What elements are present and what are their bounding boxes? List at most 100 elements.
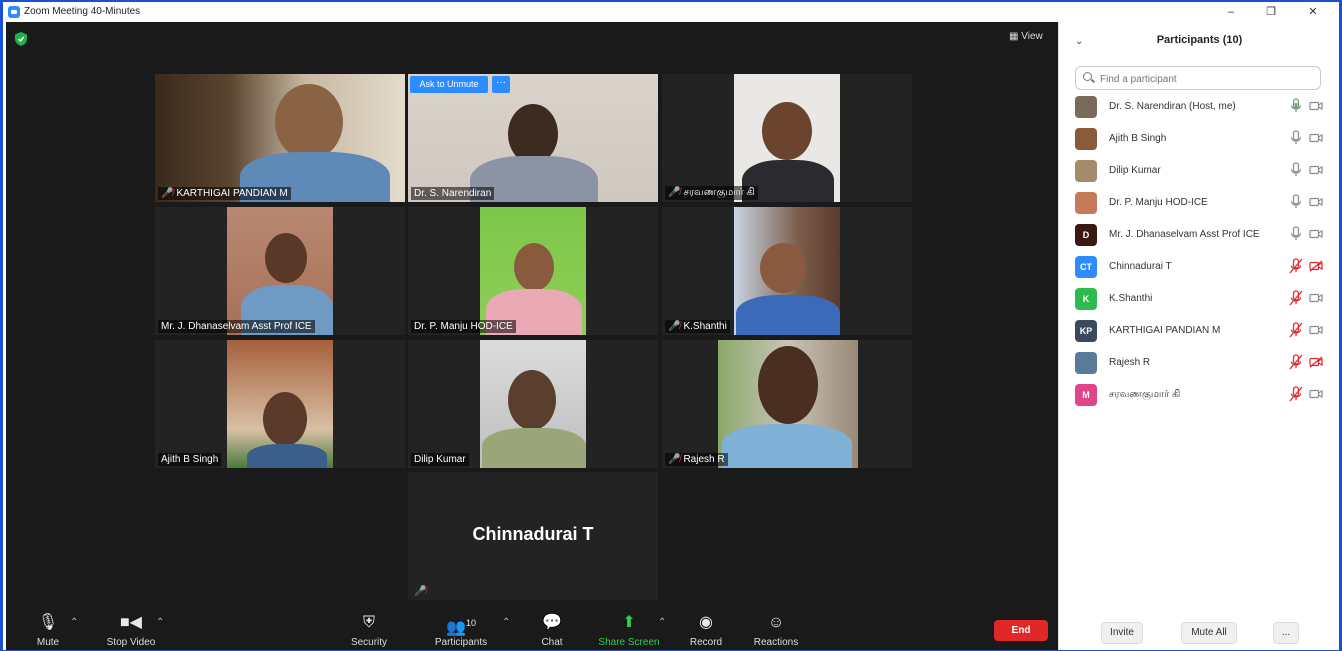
- microphone-icon[interactable]: [1289, 194, 1303, 210]
- zoom-logo-icon: [8, 6, 20, 18]
- participant-row[interactable]: CT Chinnadurai T: [1059, 252, 1339, 284]
- video-camera-icon[interactable]: [1309, 388, 1323, 400]
- grid-icon: ▦: [1009, 31, 1019, 42]
- video-camera-icon[interactable]: [1309, 228, 1323, 240]
- video-camera-icon[interactable]: [1309, 164, 1323, 176]
- video-tile[interactable]: Mr. J. Dhanaselvam Asst Prof ICE: [155, 207, 405, 335]
- zoom-window: Zoom Meeting 40-Minutes – ❐ ✕ ▦ View 🎤̸ K…: [3, 2, 1339, 650]
- panel-footer: Invite Mute All ...: [1059, 622, 1339, 646]
- participant-row[interactable]: K K.Shanthi: [1059, 284, 1339, 316]
- muted-microphone-icon[interactable]: [1289, 290, 1303, 306]
- muted-microphone-icon[interactable]: [1289, 322, 1303, 338]
- participant-row[interactable]: KP KARTHIGAI PANDIAN M: [1059, 316, 1339, 348]
- reactions-button[interactable]: ☺ Reactions: [748, 606, 804, 650]
- video-tile[interactable]: 🎤̸ Rajesh R: [662, 340, 912, 468]
- share-options-chevron-icon[interactable]: ⌃: [658, 617, 666, 628]
- video-options-chevron-icon[interactable]: ⌃: [156, 617, 164, 628]
- smiley-plus-icon: ☺: [767, 614, 785, 631]
- avatar: D: [1075, 224, 1097, 246]
- microphone-icon[interactable]: [1289, 162, 1303, 178]
- participant-name-large: Chinnadurai T: [472, 524, 594, 544]
- video-tile-active-speaker[interactable]: Dr. S. Narendiran: [408, 74, 658, 202]
- invite-button[interactable]: Invite: [1101, 622, 1143, 644]
- video-tile-video-off[interactable]: Chinnadurai T 🎤̸: [408, 472, 658, 600]
- video-off-icon[interactable]: [1309, 260, 1323, 272]
- participant-list: Dr. S. Narendiran (Host, me) Ajith B Sing…: [1059, 92, 1339, 412]
- muted-mic-icon: 🎤̸: [668, 321, 681, 332]
- encryption-shield-icon[interactable]: [15, 32, 27, 46]
- close-icon[interactable]: ✕: [1301, 4, 1325, 20]
- muted-mic-icon: 🎤̸: [668, 187, 681, 198]
- muted-mic-icon: 🎤̸: [668, 454, 681, 465]
- participant-row[interactable]: M சரவணகுமார் கி: [1059, 380, 1339, 412]
- participant-name: Dilip Kumar: [1109, 165, 1161, 176]
- participant-video: [480, 207, 586, 335]
- avatar: [1075, 352, 1097, 374]
- participant-row[interactable]: Dr. P. Manju HOD-ICE: [1059, 188, 1339, 220]
- video-tile[interactable]: Dr. P. Manju HOD-ICE: [408, 207, 658, 335]
- video-camera-icon[interactable]: [1309, 292, 1323, 304]
- view-button[interactable]: ▦ View: [1009, 31, 1043, 42]
- video-tile[interactable]: 🎤̸ KARTHIGAI PANDIAN M: [155, 74, 405, 202]
- mute-button[interactable]: 🎙 Mute: [28, 606, 68, 650]
- video-camera-icon[interactable]: [1309, 196, 1323, 208]
- title-bar: Zoom Meeting 40-Minutes – ❐ ✕: [3, 2, 1339, 22]
- avatar: CT: [1075, 256, 1097, 278]
- participant-name: Ajith B Singh: [1109, 133, 1167, 144]
- video-camera-icon[interactable]: [1309, 132, 1323, 144]
- avatar: K: [1075, 288, 1097, 310]
- participant-row[interactable]: Ajith B Singh: [1059, 124, 1339, 156]
- participant-name: சரவணகுமார் கி: [1109, 389, 1181, 400]
- muted-microphone-icon[interactable]: [1289, 354, 1303, 370]
- participant-row[interactable]: D Mr. J. Dhanaselvam Asst Prof ICE: [1059, 220, 1339, 252]
- share-screen-icon: ⬆: [622, 614, 636, 631]
- participant-name: Dr. P. Manju HOD-ICE: [1109, 197, 1208, 208]
- meeting-toolbar: 🎙 Mute ⌃ ■◀ Stop Video ⌃ ⛨ Security 👥10 Part…: [6, 606, 1058, 650]
- participant-video: [480, 340, 586, 468]
- microphone-icon[interactable]: [1289, 98, 1303, 114]
- participant-row[interactable]: Dilip Kumar: [1059, 156, 1339, 188]
- tile-more-button[interactable]: ···: [492, 76, 510, 93]
- microphone-icon[interactable]: [1289, 226, 1303, 242]
- participants-chevron-icon[interactable]: ⌃: [502, 617, 510, 628]
- video-tile[interactable]: Ajith B Singh: [155, 340, 405, 468]
- participant-row[interactable]: Dr. S. Narendiran (Host, me): [1059, 92, 1339, 124]
- participant-search[interactable]: [1075, 66, 1321, 90]
- tile-name-label: 🎤̸ சரவணகுமார் கி: [665, 186, 758, 200]
- participant-row[interactable]: Rajesh R: [1059, 348, 1339, 380]
- restore-icon[interactable]: ❐: [1259, 4, 1283, 20]
- participants-icon: 👥10: [446, 618, 476, 637]
- panel-more-button[interactable]: ...: [1273, 622, 1299, 644]
- video-camera-icon[interactable]: [1309, 100, 1323, 112]
- audio-options-chevron-icon[interactable]: ⌃: [70, 617, 78, 628]
- tile-name-label: 🎤̸ KARTHIGAI PANDIAN M: [158, 187, 291, 200]
- tile-name-label: 🎤̸ K.Shanthi: [665, 320, 730, 333]
- end-meeting-button[interactable]: End: [994, 620, 1048, 641]
- tile-muted-indicator: 🎤̸: [411, 585, 432, 598]
- video-off-icon[interactable]: [1309, 356, 1323, 368]
- video-camera-icon: ■◀: [120, 614, 142, 631]
- video-camera-icon[interactable]: [1309, 324, 1323, 336]
- participant-name: KARTHIGAI PANDIAN M: [1109, 325, 1221, 336]
- tile-name-label: Ajith B Singh: [158, 453, 222, 466]
- share-screen-button[interactable]: ⬆ Share Screen: [594, 606, 664, 650]
- stop-video-button[interactable]: ■◀ Stop Video: [100, 606, 162, 650]
- record-button[interactable]: ◉ Record: [684, 606, 728, 650]
- participants-button[interactable]: 👥10 Participants: [428, 606, 494, 650]
- shield-icon: ⛨: [362, 614, 375, 631]
- avatar: [1075, 96, 1097, 118]
- ask-to-unmute-button[interactable]: Ask to Unmute: [410, 76, 488, 93]
- security-button[interactable]: ⛨ Security: [344, 606, 394, 650]
- microphone-icon[interactable]: [1289, 130, 1303, 146]
- avatar: [1075, 192, 1097, 214]
- muted-microphone-icon[interactable]: [1289, 258, 1303, 274]
- muted-microphone-icon[interactable]: [1289, 386, 1303, 402]
- participant-search-input[interactable]: [1098, 70, 1312, 88]
- video-tile[interactable]: 🎤̸ K.Shanthi: [662, 207, 912, 335]
- mute-all-button[interactable]: Mute All: [1181, 622, 1237, 644]
- minimize-icon[interactable]: –: [1219, 4, 1243, 20]
- chat-button[interactable]: 💬 Chat: [532, 606, 572, 650]
- tile-name-label: 🎤̸ Rajesh R: [665, 453, 728, 466]
- video-tile[interactable]: 🎤̸ சரவணகுமார் கி: [662, 74, 912, 202]
- video-tile[interactable]: Dilip Kumar: [408, 340, 658, 468]
